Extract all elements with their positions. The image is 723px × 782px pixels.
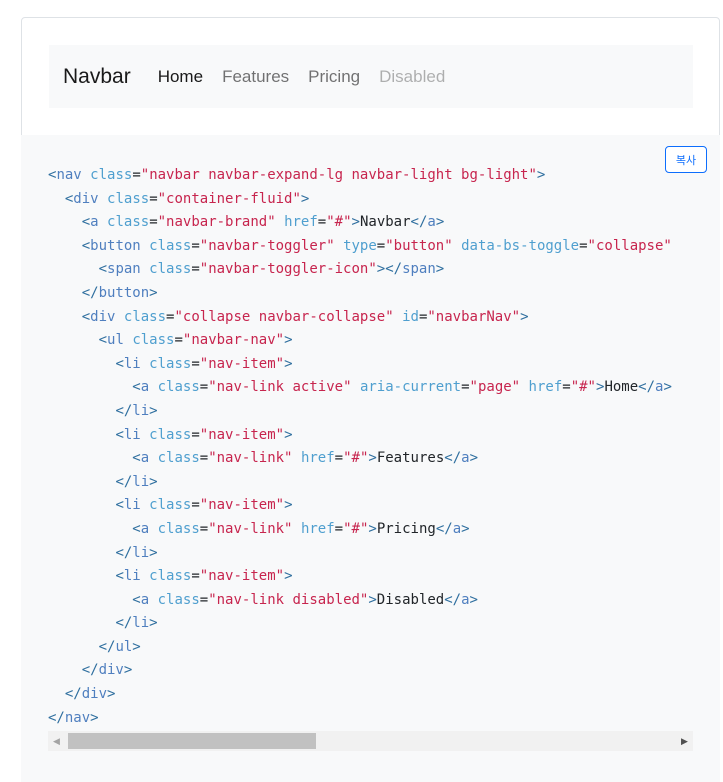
code-line: </nav> [48,709,99,726]
code-line: <a class="nav-link" href="#">Pricing</a> [132,520,470,537]
navbar-brand[interactable]: Navbar [63,65,131,89]
code-line: <ul class="navbar-nav"> [98,332,293,349]
scrollbar-thumb[interactable] [68,733,316,749]
code-line: <li class="nav-item"> [115,497,293,514]
code-line: <li class="nav-item"> [115,426,293,443]
code-line: <div class="container-fluid"> [64,190,310,207]
code-line: <a class="nav-link" href="#">Features</a… [132,450,478,467]
code-line: </li> [115,402,158,419]
nav-link-disabled: Disabled [379,66,446,86]
navbar: Navbar Home Features Pricing Disabled [49,45,693,108]
arrow-right-icon[interactable]: ▶ [676,731,693,751]
code-line: </ul> [98,638,141,655]
nav-link-home[interactable]: Home [158,67,203,87]
horizontal-scrollbar[interactable]: ◀ ▶ [48,731,693,751]
code-line: <li class="nav-item"> [115,568,293,585]
code-block: 복사 <nav class="navbar navbar-expand-lg n… [21,135,720,782]
code-line: <span class="navbar-toggler-icon"></span… [98,261,445,278]
code-line: </li> [115,615,158,632]
example-preview: Navbar Home Features Pricing Disabled [21,17,720,136]
code-line: </li> [115,473,158,490]
code-line: <nav class="navbar navbar-expand-lg navb… [48,167,546,183]
nav-link-pricing[interactable]: Pricing [308,67,360,87]
code-line: <a class="nav-link disabled">Disabled</a… [132,591,478,608]
code-line: <button class="navbar-toggler" type="but… [81,237,672,254]
code-line: </div> [81,662,133,679]
code-line: </div> [64,686,116,703]
code-line: <div class="collapse navbar-collapse" id… [81,308,529,325]
arrow-left-icon[interactable]: ◀ [48,731,65,751]
code-line: <a class="nav-link active" aria-current=… [132,379,672,396]
nav-link-features[interactable]: Features [222,67,289,87]
code-line: </li> [115,544,158,561]
code-line: <a class="navbar-brand" href="#">Navbar<… [81,214,445,231]
code-content: <nav class="navbar navbar-expand-lg navb… [48,164,672,730]
code-line: </button> [81,284,158,301]
code-line: <li class="nav-item"> [115,355,293,372]
